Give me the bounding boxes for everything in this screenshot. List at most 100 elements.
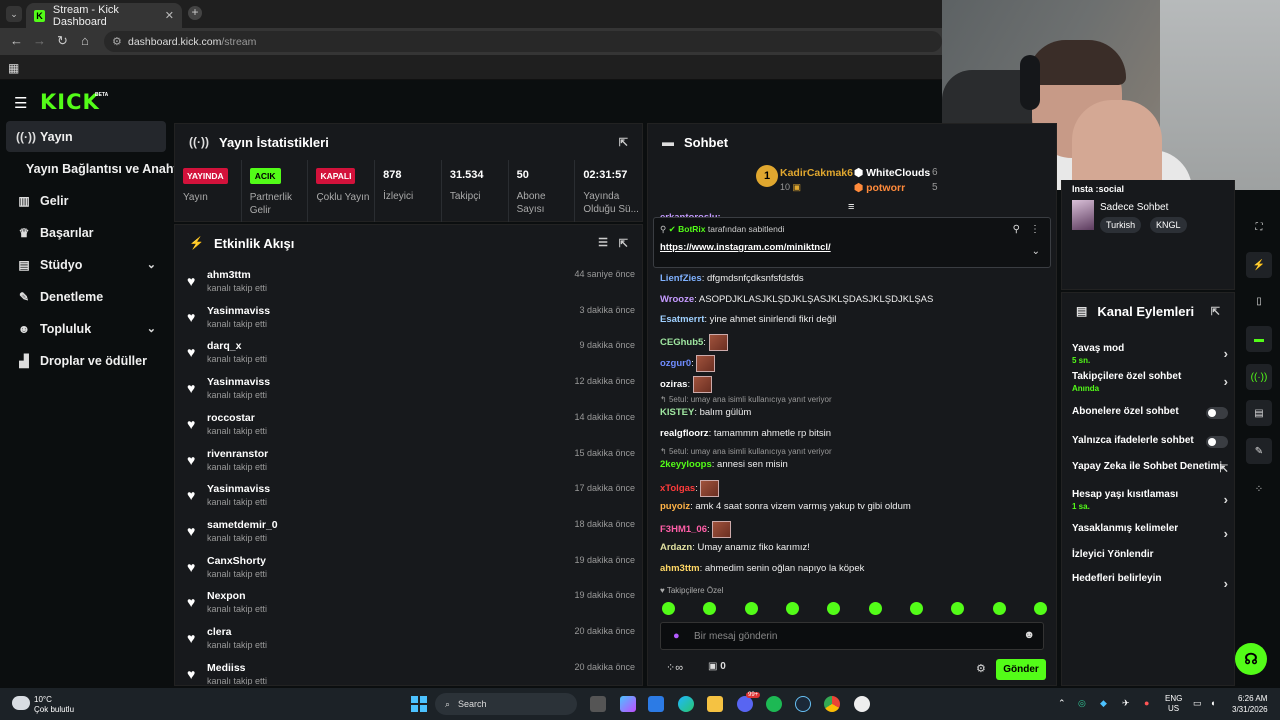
activity-user[interactable]: clera xyxy=(207,626,232,638)
activity-item[interactable]: ♥ Nexpon kanalı takip etti 19 dakika önce xyxy=(185,586,635,622)
channel-action-item[interactable]: Hedefleri belirleyin › xyxy=(1072,573,1228,591)
activity-user[interactable]: ahm3ttm xyxy=(207,269,251,281)
activity-item[interactable]: ♥ Yasinmaviss kanalı takip etti 3 dakika ön… xyxy=(185,301,635,337)
filter-icon[interactable]: ☰ xyxy=(598,236,608,249)
clock-time[interactable]: 6:26 AM xyxy=(1238,694,1267,703)
reload-icon[interactable]: ↻ xyxy=(57,33,68,49)
popout-icon[interactable]: ⇱ xyxy=(619,237,628,250)
chat-message[interactable]: CEGhub5: xyxy=(660,334,728,351)
activity-item[interactable]: ♥ rivenranstor kanalı takip etti 15 dakika … xyxy=(185,444,635,480)
chat-message[interactable]: realgfloorz: tamammm ahmetle rp bitsin xyxy=(660,428,831,439)
weather-text[interactable]: Çok bulutlu xyxy=(34,705,74,714)
channel-action-item[interactable]: Yavaş mod 5 sn. › xyxy=(1072,343,1228,365)
obs-icon[interactable] xyxy=(854,696,870,712)
discord-icon[interactable] xyxy=(737,696,753,712)
tag-badge[interactable]: KNGL xyxy=(1150,217,1187,233)
activity-item[interactable]: ♥ ahm3ttm kanalı takip etti 44 saniye önce xyxy=(185,265,635,301)
channel-action-item[interactable]: İzleyici Yönlendir xyxy=(1072,549,1228,560)
emote-button[interactable] xyxy=(662,602,675,615)
taskbar-search[interactable]: ⌕ Search xyxy=(435,693,577,715)
new-tab-button[interactable]: + xyxy=(188,6,202,20)
settings-icon[interactable]: ⚙ xyxy=(976,662,986,675)
chat-message[interactable]: ozgur0: xyxy=(660,355,716,372)
windows-start-icon[interactable] xyxy=(411,696,427,712)
sidebar-item-basarilar[interactable]: ♛ Başarılar xyxy=(6,217,166,248)
menu-icon[interactable]: ☰ xyxy=(14,94,27,112)
store-icon[interactable] xyxy=(648,696,664,712)
weather-temp[interactable]: 10°C xyxy=(34,695,52,704)
file-explorer-icon[interactable] xyxy=(707,696,723,712)
chat-input[interactable]: ● Bir mesaj gönderin ☻ xyxy=(660,622,1044,650)
users-icon[interactable]: ⁘ xyxy=(1246,476,1272,502)
popout-icon[interactable]: ⇱ xyxy=(619,136,628,149)
kick-logo[interactable]: KICK xyxy=(40,90,100,114)
chat-message[interactable]: LienfZies: dfgmdsnfçdksnfsfdsfds xyxy=(660,273,804,284)
steam-icon[interactable] xyxy=(795,696,811,712)
document-icon[interactable]: ▯ xyxy=(1246,288,1272,314)
emote-button[interactable] xyxy=(1033,602,1047,615)
channel-action-item[interactable]: Abonelere özel sohbet xyxy=(1072,406,1228,419)
activity-user[interactable]: Yasinmaviss xyxy=(207,305,270,317)
chat-bubble-icon[interactable]: ▬ xyxy=(1246,326,1272,352)
task-view-icon[interactable] xyxy=(590,696,606,712)
tag-badge[interactable]: Turkish xyxy=(1100,217,1142,233)
emote-button[interactable] xyxy=(744,602,758,615)
activity-user[interactable]: Nexpon xyxy=(207,590,246,602)
gifter-name[interactable]: ⬢ WhiteClouds xyxy=(854,167,930,179)
pin-icon[interactable]: ⚲ xyxy=(1013,224,1020,235)
channel-action-item[interactable]: Yapay Zeka ile Sohbet Denetimi ⇱ xyxy=(1072,461,1228,475)
activity-user[interactable]: darq_x xyxy=(207,340,241,352)
tray-app-icon[interactable]: ◎ xyxy=(1078,698,1086,709)
network-icon[interactable]: ▭ xyxy=(1193,698,1202,709)
activity-item[interactable]: ♥ Mediiss kanalı takip etti 20 dakika önce xyxy=(185,658,635,685)
channel-action-item[interactable]: Takipçilere özel sohbet Anında › xyxy=(1072,371,1228,393)
gifter-name[interactable]: ⬢ potworr xyxy=(854,182,905,194)
activity-user[interactable]: rivenranstor xyxy=(207,448,268,460)
forward-arrow-icon[interactable]: → xyxy=(33,33,46,48)
chat-message[interactable]: F3HM1_06: xyxy=(660,521,732,538)
sidebar-item-stream-key[interactable]: Yayın Bağlantısı ve Anahtarı xyxy=(6,153,193,184)
chat-message[interactable]: 2keyyloops: annesi sen misin xyxy=(660,459,788,470)
tab-search-icon[interactable]: ⌄ xyxy=(6,6,22,22)
channel-action-item[interactable]: Hesap yaşı kısıtlaması 1 sa. › xyxy=(1072,489,1228,511)
help-headset-icon[interactable]: ☊ xyxy=(1235,643,1267,675)
site-info-icon[interactable]: ⚙ xyxy=(112,35,122,48)
more-options-icon[interactable]: ⋮ xyxy=(1030,224,1040,235)
chat-message[interactable]: oziras: xyxy=(660,376,712,393)
pinned-link[interactable]: https://www.instagram.com/miniktncl/ xyxy=(660,242,831,253)
emote-button[interactable] xyxy=(703,602,717,615)
emoji-icon[interactable]: ☻ xyxy=(1023,629,1035,641)
region-indicator[interactable]: US xyxy=(1168,704,1179,713)
emote-button[interactable] xyxy=(992,602,1006,615)
activity-user[interactable]: Mediiss xyxy=(207,662,246,674)
emote-button[interactable] xyxy=(951,602,965,615)
sidebar-item-yayin[interactable]: ((·)) Yayın xyxy=(6,121,166,152)
sidebar-item-gelir[interactable]: ▥ Gelir xyxy=(6,185,166,216)
activity-user[interactable]: roccostar xyxy=(207,412,255,424)
clock-date[interactable]: 3/31/2026 xyxy=(1232,705,1268,714)
mic-icon[interactable]: ● xyxy=(673,630,680,642)
emote-button[interactable] xyxy=(868,602,882,615)
send-button[interactable]: Gönder xyxy=(996,659,1046,680)
edge-icon[interactable] xyxy=(678,696,694,712)
gift-count[interactable]: ▣ 0 xyxy=(708,661,726,672)
spotify-icon[interactable] xyxy=(766,696,782,712)
activity-user[interactable]: Yasinmaviss xyxy=(207,376,270,388)
chat-message[interactable]: xTolgas: xyxy=(660,480,720,497)
chat-message[interactable]: KISTEY: balım gülüm xyxy=(660,407,751,418)
activity-item[interactable]: ♥ Yasinmaviss kanalı takip etti 17 dakika ö… xyxy=(185,479,635,515)
emote-button[interactable] xyxy=(785,602,799,615)
chevron-down-icon[interactable]: ⌄ xyxy=(1032,246,1040,257)
close-tab-icon[interactable]: ✕ xyxy=(165,9,174,22)
channel-action-item[interactable]: Yalnızca ifadelerle sohbet xyxy=(1072,435,1228,448)
broadcast-icon[interactable]: ((·)) xyxy=(1246,364,1272,390)
copilot-icon[interactable] xyxy=(620,696,636,712)
sidebar-item-denetleme[interactable]: ✎ Denetleme xyxy=(6,281,166,312)
tray-app-icon[interactable]: ✈ xyxy=(1122,698,1130,709)
volume-icon[interactable]: ◖ xyxy=(1210,698,1215,708)
sidebar-item-topluluk[interactable]: ☻ Topluluk ⌄ xyxy=(6,313,166,344)
activity-item[interactable]: ♥ clera kanalı takip etti 20 dakika önce xyxy=(185,622,635,658)
chat-message[interactable]: ahm3ttm: ahmedim senin oğlan napıyo la k… xyxy=(660,563,864,574)
activity-user[interactable]: sametdemir_0 xyxy=(207,519,278,531)
emote-button[interactable] xyxy=(909,602,923,615)
